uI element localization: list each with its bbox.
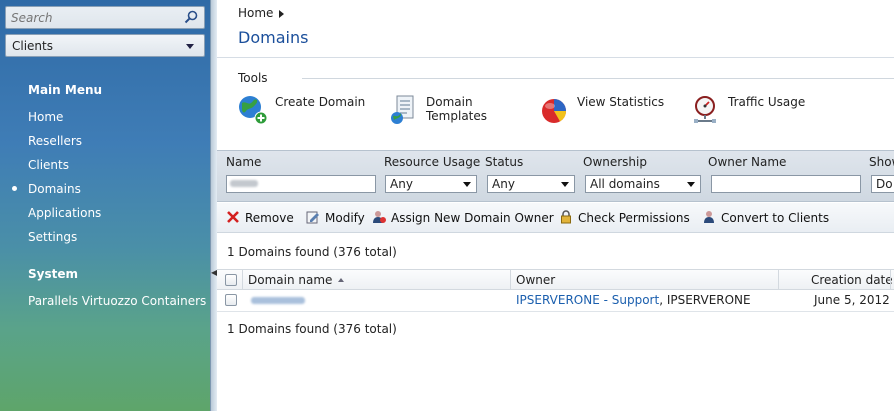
traffic-usage-button[interactable]: Traffic Usage [690,94,830,128]
results-summary-top: 1 Domains found (376 total) [227,245,397,259]
name-filter-label: Name [226,155,262,169]
resource-usage-label: Resource Usage [384,155,481,169]
filter-bar: Name Resource Usage Any Status Any Owner… [217,150,894,202]
create-domain-button[interactable]: Create Domain [237,94,377,128]
chevron-down-icon [186,44,194,49]
divider [510,270,511,290]
sidebar-item-clients[interactable]: Clients [28,158,69,172]
ownership-select[interactable]: All domains [585,175,701,193]
modify-icon [306,211,319,224]
create-domain-label: Create Domain [275,95,366,109]
traffic-usage-label: Traffic Usage [728,95,806,109]
divider [778,270,779,290]
creation-date-cell: June 5, 2012 [814,293,890,307]
view-statistics-icon [542,99,566,123]
status-label: Status [485,155,524,169]
domain-templates-icon [391,95,414,124]
convert-clients-button[interactable]: Convert to Clients [702,210,829,225]
owner-cell: IPSERVERONE - Support, IPSERVERONE [516,293,751,307]
domain-name-link[interactable] [248,293,305,307]
create-domain-icon [239,96,268,125]
owner-name-label: Owner Name [708,155,787,169]
active-bullet-icon [12,186,17,191]
owner-link[interactable]: IPSERVERONE - Support [516,293,659,307]
tools-label: Tools [238,71,268,85]
column-domain-name[interactable]: Domain name [248,273,345,287]
chevron-down-icon [561,182,569,187]
breadcrumb-home[interactable]: Home [238,6,273,20]
resource-usage-select[interactable]: Any [385,175,477,193]
main-menu-title: Main Menu [28,83,103,97]
main-content: Home Domains Tools Create Domain Domain … [217,0,894,411]
show-label: Show [869,155,894,169]
redacted-text [251,297,305,304]
sidebar-item-home[interactable]: Home [28,110,63,124]
sidebar-item-pvc[interactable]: Parallels Virtuozzo Containers [28,294,206,308]
lock-icon [561,210,571,224]
view-statistics-button[interactable]: View Statistics [539,94,679,128]
sidebar: Clients Main Menu Home Resellers Clients… [0,0,211,411]
column-creation-date[interactable]: Creation date [811,273,893,287]
breadcrumb: Home [238,6,285,20]
row-checkbox[interactable] [225,294,237,306]
user-assign-icon [373,211,386,223]
domain-templates-label: Domain Templates [426,95,488,123]
owner-name-input[interactable] [711,175,861,193]
ownership-label: Ownership [583,155,647,169]
search-icon[interactable] [184,10,198,24]
name-filter-input[interactable] [226,175,376,193]
page-title: Domains [238,28,309,47]
context-select-value: Clients [12,39,53,53]
remove-icon [227,211,239,223]
divider [217,57,894,58]
sidebar-item-resellers[interactable]: Resellers [28,134,82,148]
show-select[interactable]: Do [871,175,894,193]
table-row: IPSERVERONE - Support, IPSERVERONE June … [217,290,894,312]
chevron-right-icon [279,9,285,18]
sort-ascending-icon [338,278,345,282]
domain-templates-button[interactable]: Domain Templates [388,94,518,128]
sidebar-item-settings[interactable]: Settings [28,230,77,244]
view-statistics-label: View Statistics [577,95,665,109]
sidebar-splitter[interactable] [210,0,217,411]
search-box [5,6,205,29]
modify-button[interactable]: Modify [306,210,365,225]
status-select[interactable]: Any [487,175,575,193]
check-permissions-button[interactable]: Check Permissions [559,210,690,225]
traffic-usage-icon [694,96,716,123]
select-all-checkbox[interactable] [225,274,237,286]
column-owner[interactable]: Owner [516,273,555,287]
redacted-text [230,180,258,187]
sidebar-item-applications[interactable]: Applications [28,206,101,220]
search-input[interactable] [6,7,176,28]
action-toolbar: Remove Modify Assign New Domain Owner Ch… [217,203,894,233]
user-icon [704,211,714,223]
divider [242,270,243,290]
context-select[interactable]: Clients [5,34,205,57]
chevron-down-icon [687,182,695,187]
system-menu-title: System [28,267,78,281]
remove-button[interactable]: Remove [226,210,294,225]
divider [302,78,894,79]
sidebar-item-domains[interactable]: Domains [28,182,81,196]
chevron-down-icon [463,182,471,187]
results-summary-bottom: 1 Domains found (376 total) [227,322,397,336]
table-header: Domain name Owner Creation date [217,269,894,290]
divider [890,270,891,290]
assign-owner-button[interactable]: Assign New Domain Owner [372,210,554,225]
